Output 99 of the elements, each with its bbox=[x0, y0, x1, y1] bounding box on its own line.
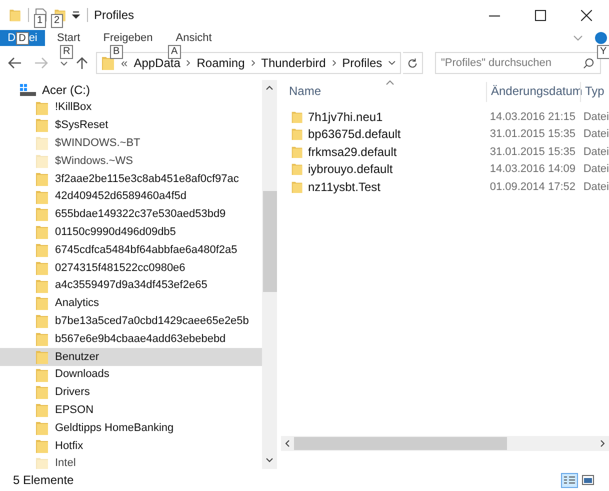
close-icon bbox=[580, 10, 592, 20]
column-header[interactable]: Änderungsdatum bbox=[486, 82, 580, 102]
folder-tree-item[interactable]: 3f2aae2be115e3c8ab451e8af0cf97ac bbox=[0, 170, 262, 188]
search-field[interactable]: "Profiles" durchsuchen bbox=[435, 52, 601, 74]
folder-tree-item[interactable]: $SysReset bbox=[0, 116, 262, 134]
folder-icon bbox=[35, 206, 49, 222]
details-view-icon[interactable] bbox=[561, 472, 578, 488]
folder-icon bbox=[35, 402, 49, 418]
folder-tree-item[interactable]: Intel bbox=[0, 454, 262, 469]
scroll-down-icon[interactable] bbox=[266, 458, 273, 463]
key-tip: Y bbox=[597, 45, 609, 59]
column-header[interactable]: Name bbox=[281, 82, 486, 102]
large-icons-view-icon[interactable] bbox=[582, 475, 594, 485]
dropdown-icon[interactable] bbox=[71, 10, 81, 20]
folder-icon bbox=[35, 331, 49, 348]
drive-icon bbox=[20, 84, 36, 96]
folder-icon bbox=[35, 420, 49, 436]
folder-icon bbox=[291, 180, 303, 194]
refresh-icon bbox=[407, 58, 418, 68]
folder-icon bbox=[35, 242, 49, 258]
key-tip: R bbox=[60, 45, 74, 59]
scroll-right-icon[interactable] bbox=[600, 440, 605, 447]
search-icon bbox=[583, 58, 594, 69]
overflow-chevron[interactable]: « bbox=[121, 54, 128, 72]
folder-tree-item[interactable]: Benutzer bbox=[0, 348, 262, 366]
folder-icon bbox=[35, 135, 49, 152]
folder-tree-item[interactable]: a4c3559497d9a34df453ef2e65 bbox=[0, 276, 262, 295]
folder-tree-item[interactable]: EPSON bbox=[0, 401, 262, 420]
folder-icon bbox=[35, 366, 49, 383]
vertical-scrollbar[interactable] bbox=[262, 80, 277, 469]
folder-tree-item[interactable]: $WINDOWS.~BT bbox=[0, 134, 262, 152]
folder-tree-item[interactable]: !KillBox bbox=[0, 98, 262, 117]
file-tab[interactable]: D D ei bbox=[0, 30, 45, 46]
folder-icon bbox=[35, 188, 49, 205]
folder-icon bbox=[35, 117, 49, 134]
folder-icon bbox=[35, 456, 49, 469]
folder-tree-item[interactable]: Hotfix bbox=[0, 436, 262, 455]
folder-icon bbox=[35, 260, 49, 276]
item-count: 5 Elemente bbox=[13, 472, 74, 489]
folder-tree-item[interactable]: $Windows.~WS bbox=[0, 152, 262, 170]
folder-icon bbox=[35, 170, 49, 187]
folder-tree-item[interactable]: 6745cdfca5484bf64abbfae6a480f2a5 bbox=[0, 241, 262, 259]
folder-tree-item[interactable]: 0274315f481522cc0980e6 bbox=[0, 258, 262, 277]
folder-icon bbox=[35, 278, 49, 294]
folder-icon bbox=[35, 384, 49, 400]
folder-icon bbox=[35, 224, 49, 240]
help-icon[interactable] bbox=[595, 32, 607, 44]
key-tip: B bbox=[110, 45, 123, 59]
chevron-right-icon bbox=[332, 59, 336, 67]
breadcrumb[interactable]: Profiles bbox=[342, 54, 382, 72]
folder-icon bbox=[35, 100, 49, 116]
folder-icon bbox=[35, 295, 49, 312]
chevron-down-icon[interactable] bbox=[388, 60, 396, 66]
chevron-right-icon bbox=[250, 59, 256, 67]
column-header[interactable]: Typ bbox=[580, 82, 604, 102]
up-arrow-icon[interactable] bbox=[76, 56, 88, 70]
folder-tree-item[interactable]: 01150c9990d496d09db5 bbox=[0, 223, 262, 242]
folder-icon bbox=[35, 153, 49, 170]
chevron-down-icon[interactable] bbox=[60, 60, 68, 66]
folder-icon bbox=[291, 110, 303, 124]
folder-icon bbox=[35, 348, 49, 365]
folder-tree-item[interactable]: 42d409452d6589460a4f5d bbox=[0, 188, 262, 206]
maximize-icon bbox=[534, 10, 546, 20]
scroll-up-icon[interactable] bbox=[266, 85, 273, 90]
file-row[interactable]: iybrouyo.default 14.03.2016 14:09 Datei bbox=[281, 160, 609, 178]
key-tip: A bbox=[168, 45, 181, 59]
ribbon-tab[interactable]: Ansicht bbox=[164, 30, 223, 46]
chevron-right-icon bbox=[186, 59, 191, 67]
folder-icon bbox=[291, 127, 303, 142]
window-title: Profiles bbox=[94, 7, 134, 24]
scrollbar-thumb[interactable] bbox=[262, 191, 276, 292]
breadcrumb[interactable]: Thunderbird bbox=[261, 54, 326, 72]
breadcrumb[interactable]: Roaming bbox=[196, 54, 245, 72]
folder-tree-item[interactable]: b7be13a5ced7a0cbd1429caee65e2e5b bbox=[0, 312, 262, 330]
horizontal-scrollbar[interactable] bbox=[281, 436, 609, 451]
folder-tree-item[interactable]: Downloads bbox=[0, 366, 262, 384]
folder-icon bbox=[291, 144, 303, 159]
refresh-button[interactable] bbox=[403, 52, 423, 74]
key-tip: 2 bbox=[51, 14, 63, 28]
scroll-left-icon[interactable] bbox=[285, 440, 290, 447]
folder-icon bbox=[35, 313, 49, 330]
file-row[interactable]: 7h1jv7hi.neu1 14.03.2016 21:15 Datei bbox=[281, 108, 609, 126]
folder-tree-item[interactable]: b567e6e9b4cbaae4add63ebebebd bbox=[0, 330, 262, 348]
folder-icon bbox=[101, 55, 115, 71]
key-tip: 1 bbox=[34, 14, 46, 28]
ribbon-tab[interactable]: Freigeben bbox=[92, 30, 164, 46]
folder-tree-item[interactable]: Geldtipps HomeBanking bbox=[0, 419, 262, 437]
scrollbar-thumb[interactable] bbox=[294, 437, 507, 450]
drive-label[interactable]: Acer (C:) bbox=[42, 80, 90, 99]
folder-tree-item[interactable]: Drivers bbox=[0, 384, 262, 402]
file-row[interactable]: bp63675d.default 31.01.2015 15:35 Datei bbox=[281, 126, 609, 143]
folder-tree-item[interactable]: Analytics bbox=[0, 294, 262, 312]
folder-icon bbox=[291, 162, 303, 176]
folder-tree-item[interactable]: 655bdae149322c37e530aed53bd9 bbox=[0, 206, 262, 224]
folder-icon bbox=[35, 438, 49, 454]
back-arrow-icon[interactable] bbox=[8, 57, 22, 69]
file-row[interactable]: frkmsa29.default 31.01.2015 15:35 Datei bbox=[281, 143, 609, 160]
ribbon-tab[interactable]: Start bbox=[46, 30, 92, 46]
file-row[interactable]: nz11ysbt.Test 01.09.2014 17:52 Datei bbox=[281, 178, 609, 196]
